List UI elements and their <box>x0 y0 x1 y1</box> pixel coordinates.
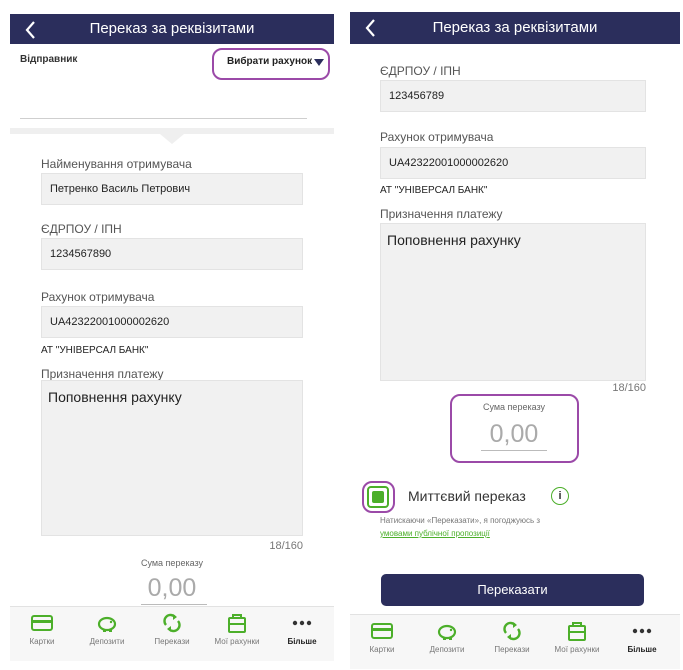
consent-link[interactable]: умовами публічної пропозиції <box>380 529 490 538</box>
tab-cards[interactable]: Картки <box>12 607 72 646</box>
highlight-checkbox <box>362 481 395 513</box>
account-field[interactable]: UA42322001000002620 <box>380 147 646 179</box>
tab-transfers[interactable]: Перекази <box>482 615 542 654</box>
sender-label: Відправник <box>20 54 78 65</box>
consent-text: Натискаючи «Переказати», я погоджуюсь з <box>380 516 541 525</box>
tab-bar: Картки Депозити Перекази Мої рахунки Біл… <box>350 614 680 669</box>
tab-deposits[interactable]: Депозити <box>77 607 137 646</box>
amount-input[interactable]: 0,00 <box>110 574 234 603</box>
purpose-textarea[interactable]: Поповнення рахунку <box>380 223 646 381</box>
tab-label: Картки <box>29 637 55 646</box>
instant-transfer-label: Миттєвий переказ <box>408 488 526 504</box>
recipient-name-label: Найменування отримувача <box>41 157 192 171</box>
tab-my-accounts[interactable]: Мої рахунки <box>547 615 607 654</box>
tab-more[interactable]: Більше <box>272 607 332 646</box>
piggy-bank-icon <box>437 624 457 640</box>
more-icon <box>632 628 652 634</box>
tab-label: Мої рахунки <box>554 645 600 654</box>
wallet-icon <box>568 622 586 641</box>
edrpou-field[interactable]: 1234567890 <box>41 238 303 270</box>
section-notch <box>160 134 184 144</box>
bank-name: АТ "УНІВЕРСАЛ БАНК" <box>41 345 149 356</box>
tab-more[interactable]: Більше <box>612 615 672 654</box>
account-field[interactable]: UA42322001000002620 <box>41 306 303 338</box>
tab-label: Депозити <box>89 637 125 646</box>
bank-name: АТ "УНІВЕРСАЛ БАНК" <box>380 185 488 196</box>
tab-deposits[interactable]: Депозити <box>417 615 477 654</box>
tab-label: Більше <box>627 645 657 654</box>
tab-label: Картки <box>369 645 395 654</box>
char-counter: 18/160 <box>269 540 303 552</box>
wallet-icon <box>228 614 246 633</box>
tab-label: Перекази <box>154 637 190 646</box>
tab-bar: Картки Депозити Перекази Мої рахунки Біл… <box>10 606 334 661</box>
transfer-icon <box>163 613 181 633</box>
left-screen: Переказ за реквізитами Відправник Вибрат… <box>10 0 334 670</box>
edrpou-label: ЄДРПОУ / ІПН <box>380 64 461 78</box>
transfer-button[interactable]: Переказати <box>381 574 644 606</box>
purpose-textarea[interactable]: Поповнення рахунку <box>41 380 303 536</box>
tab-label: Перекази <box>494 645 530 654</box>
more-icon <box>292 620 312 626</box>
edrpou-label: ЄДРПОУ / ІПН <box>41 222 122 236</box>
account-label: Рахунок отримувача <box>41 290 155 304</box>
tab-label: Більше <box>287 637 317 646</box>
highlight-amount <box>450 394 579 463</box>
piggy-bank-icon <box>97 616 117 632</box>
card-icon <box>371 623 393 639</box>
tab-cards[interactable]: Картки <box>352 615 412 654</box>
tab-my-accounts[interactable]: Мої рахунки <box>207 607 267 646</box>
tab-label: Депозити <box>429 645 465 654</box>
page-title: Переказ за реквізитами <box>89 20 255 37</box>
right-screen: Переказ за реквізитами ЄДРПОУ / ІПН 1234… <box>350 0 680 670</box>
card-icon <box>31 615 53 631</box>
account-label: Рахунок отримувача <box>380 130 494 144</box>
page-title: Переказ за реквізитами <box>432 19 598 36</box>
divider <box>20 118 307 119</box>
purpose-label: Призначення платежу <box>41 367 164 381</box>
tab-transfers[interactable]: Перекази <box>142 607 202 646</box>
purpose-label: Призначення платежу <box>380 207 503 221</box>
nav-bar: Переказ за реквізитами <box>10 14 334 44</box>
nav-bar: Переказ за реквізитами <box>350 12 680 44</box>
amount-label: Сума переказу <box>140 558 204 568</box>
edrpou-field[interactable]: 123456789 <box>380 80 646 112</box>
info-icon[interactable]: i <box>551 487 569 505</box>
transfer-icon <box>503 621 521 641</box>
highlight-choose-account <box>212 48 330 80</box>
tab-label: Мої рахунки <box>214 637 260 646</box>
amount-underline <box>141 604 207 605</box>
recipient-name-field[interactable]: Петренко Василь Петрович <box>41 173 303 205</box>
char-counter: 18/160 <box>612 382 646 394</box>
